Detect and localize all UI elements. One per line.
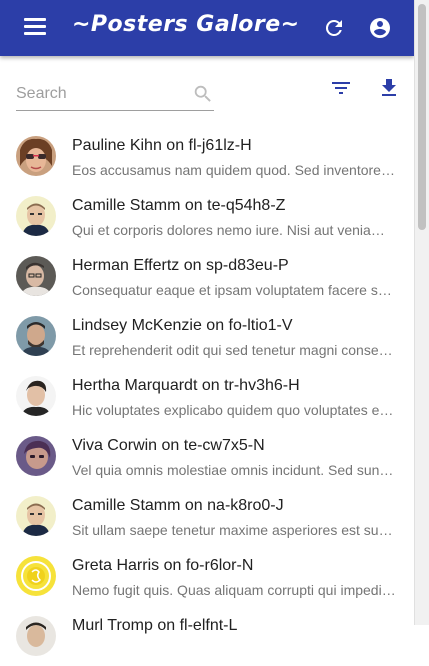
review-title: Greta Harris on fo-r6lor-N (72, 557, 254, 574)
avatar (16, 316, 56, 356)
review-comment: Nemo fugit quis. Quas aliquam corrupti q… (72, 582, 396, 598)
search-icon (194, 85, 211, 102)
review-title: Viva Corwin on te-cw7x5-N (72, 437, 265, 454)
avatar (16, 436, 56, 476)
app-title: ~Posters Galore~ (72, 12, 300, 37)
review-title: Pauline Kihn on fl-j61lz-H (72, 137, 252, 154)
list-item[interactable]: Lindsey McKenzie on fo-ltio1-V Et repreh… (0, 306, 414, 366)
list-item[interactable]: Herman Effertz on sp-d83eu-P Consequatur… (0, 246, 414, 306)
avatar (16, 376, 56, 416)
avatar (16, 616, 56, 656)
search-field (16, 80, 214, 111)
review-title: Lindsey McKenzie on fo-ltio1-V (72, 317, 293, 334)
review-comment: Et reprehenderit odit qui sed tenetur ma… (72, 342, 396, 358)
review-comment: Sit ullam saepe tenetur maxime asperiore… (72, 522, 396, 538)
avatar (16, 256, 56, 296)
list-item[interactable]: Pauline Kihn on fl-j61lz-H Eos accusamus… (0, 126, 414, 186)
review-comment: Vel quia omnis molestiae omnis incidunt.… (72, 462, 396, 478)
list-item[interactable]: Greta Harris on fo-r6lor-N Nemo fugit qu… (0, 546, 414, 606)
review-title: Hertha Marquardt on tr-hv3h6-H (72, 377, 300, 394)
review-title: Camille Stamm on na-k8ro0-J (72, 497, 284, 514)
list-item[interactable]: Camille Stamm on te-q54h8-Z Qui et corpo… (0, 186, 414, 246)
review-title: Murl Tromp on fl-elfnt-L (72, 617, 238, 634)
avatar (16, 496, 56, 536)
search-input[interactable] (16, 82, 186, 106)
menu-icon[interactable] (24, 18, 46, 38)
list-item[interactable]: Murl Tromp on fl-elfnt-L (0, 606, 414, 666)
download-icon[interactable] (377, 76, 401, 100)
scrollbar[interactable] (414, 0, 429, 625)
review-title: Herman Effertz on sp-d83eu-P (72, 257, 289, 274)
list-item[interactable]: Viva Corwin on te-cw7x5-N Vel quia omnis… (0, 426, 414, 486)
review-comment: Eos accusamus nam quidem quod. Sed inven… (72, 162, 396, 178)
avatar (16, 136, 56, 176)
app-bar: ~Posters Galore~ (0, 0, 414, 56)
review-list: Pauline Kihn on fl-j61lz-H Eos accusamus… (0, 126, 414, 666)
scrollbar-thumb[interactable] (418, 4, 426, 230)
avatar (16, 556, 56, 596)
review-title: Camille Stamm on te-q54h8-Z (72, 197, 286, 214)
review-comment: Hic voluptates explicabo quidem quo volu… (72, 402, 396, 418)
review-comment: Qui et corporis dolores nemo iure. Nisi … (72, 222, 396, 238)
list-item[interactable]: Camille Stamm on na-k8ro0-J Sit ullam sa… (0, 486, 414, 546)
list-item[interactable]: Hertha Marquardt on tr-hv3h6-H Hic volup… (0, 366, 414, 426)
filter-icon[interactable] (329, 76, 353, 100)
account-circle-icon[interactable] (368, 16, 392, 40)
avatar (16, 196, 56, 236)
refresh-icon[interactable] (322, 16, 346, 40)
app-shell: ~Posters Galore~ Search Pauline Kihn on … (0, 0, 414, 656)
review-comment: Consequatur eaque et ipsam voluptatem fa… (72, 282, 396, 298)
